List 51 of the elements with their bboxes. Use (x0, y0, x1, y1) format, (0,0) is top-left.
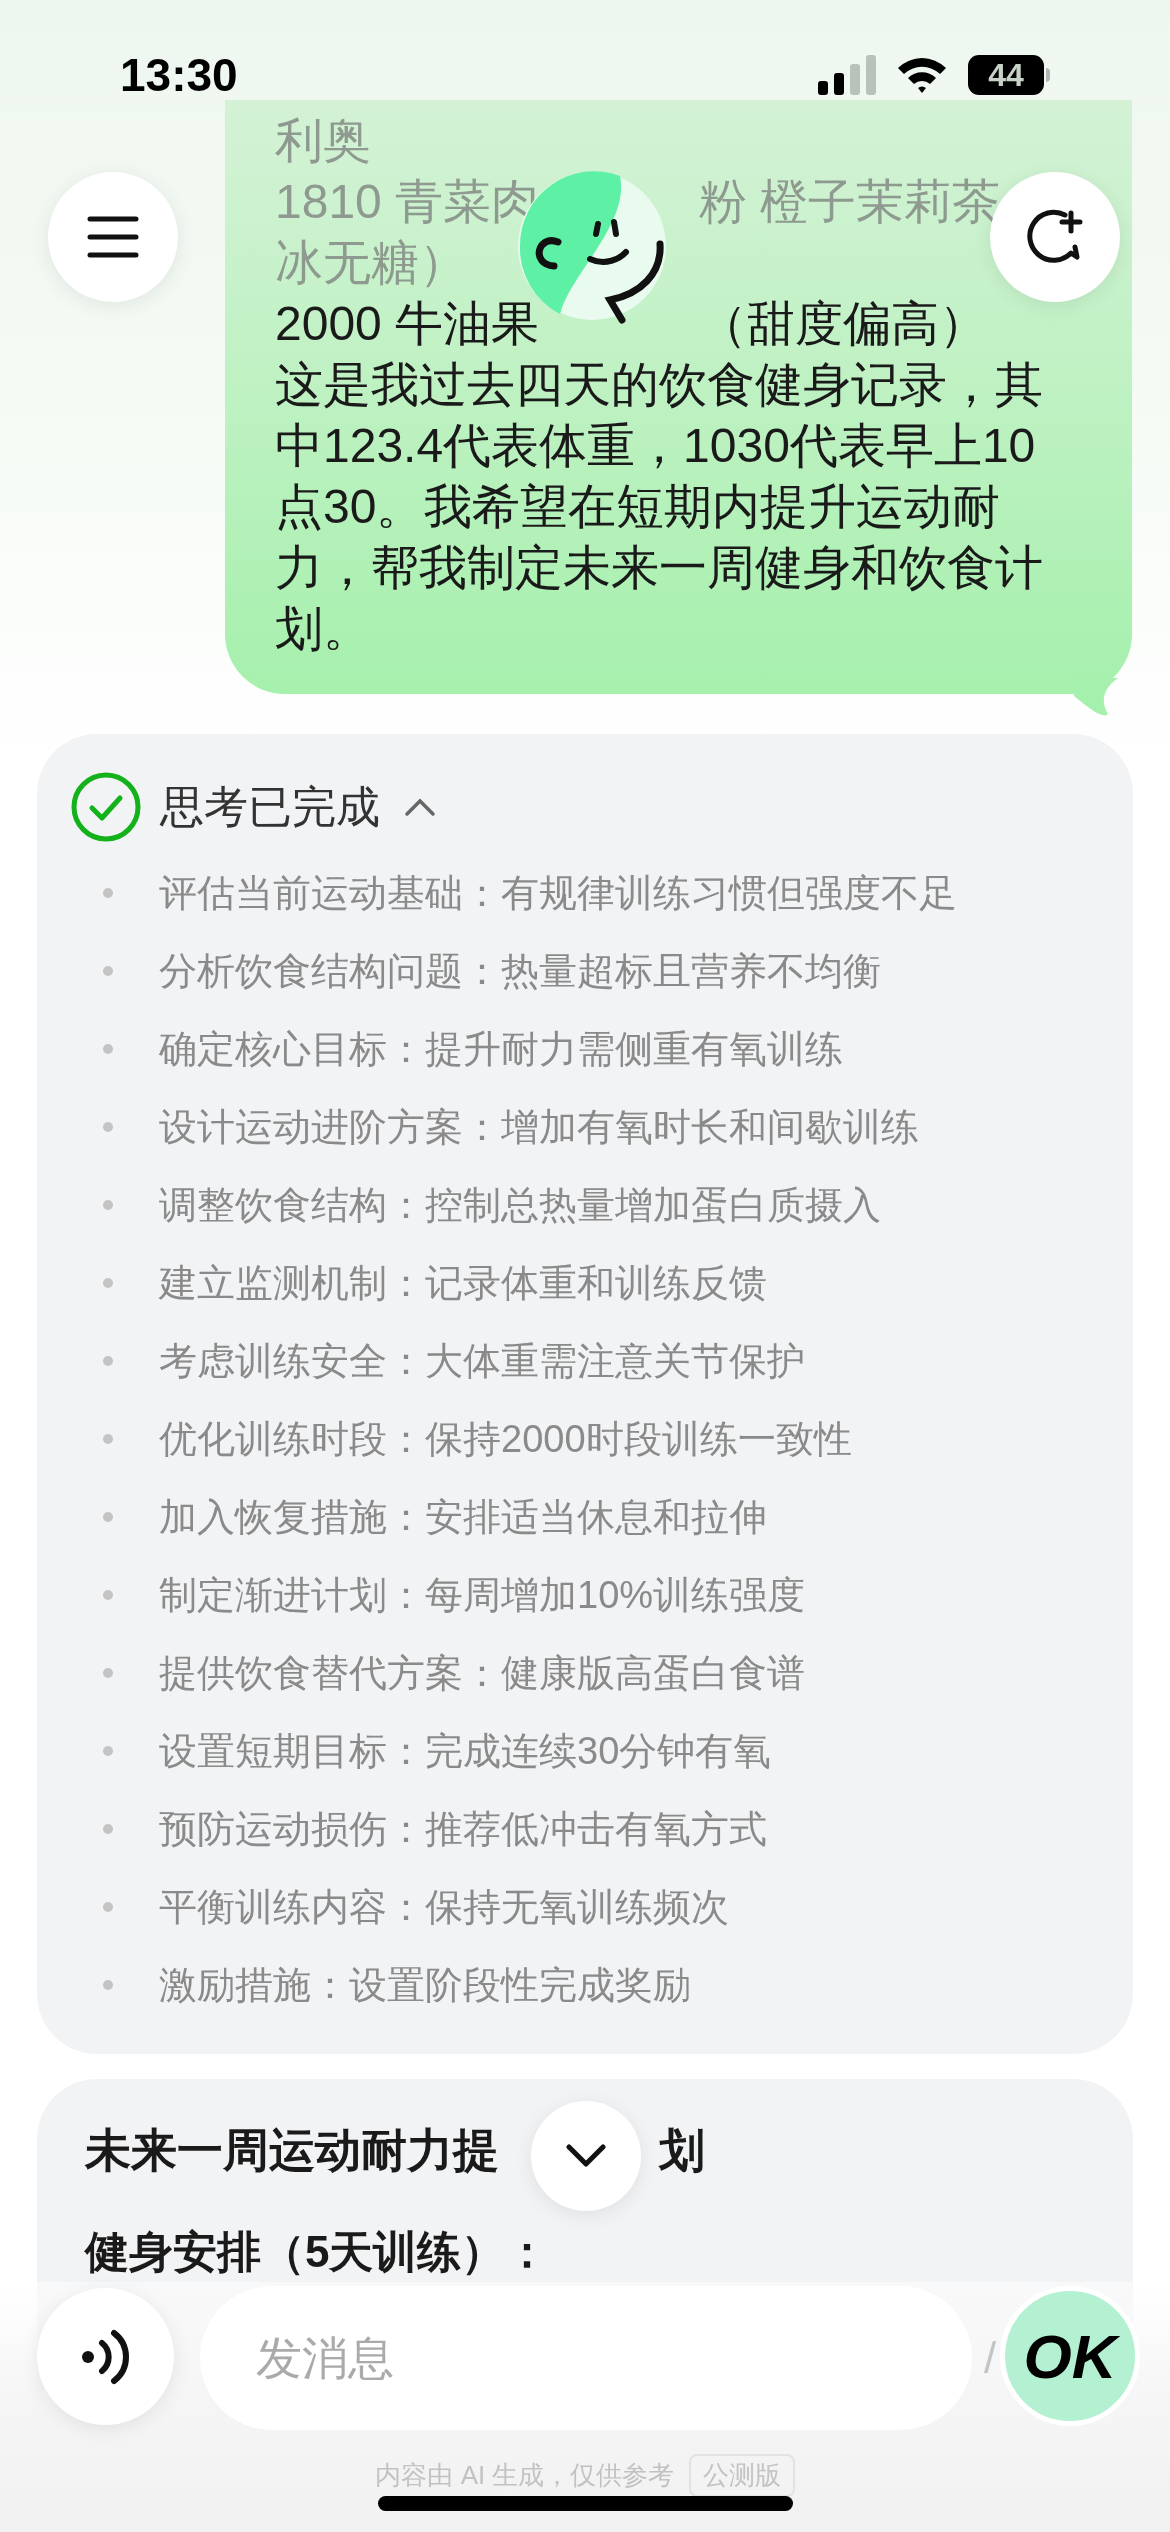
thinking-step: 加入恢复措施：安排适当休息和拉伸 (159, 1488, 767, 1546)
thinking-step: 分析饮食结构问题：热量超标且营养不均衡 (159, 942, 881, 1000)
caret-icon (404, 797, 436, 817)
menu-icon (87, 215, 139, 259)
message-text: 利奥 (275, 113, 371, 169)
message-text: 这是我过去四天的饮食健身记录，其中123.4代表体重，1030代表早上10点30。我希望在短期内提升运动耐力，帮我制定未来一周健身和饮食计划。 (275, 357, 1044, 657)
message-input[interactable]: 发消息 (200, 2286, 972, 2430)
section-heading: 健身安排（5天训练）： (85, 2226, 550, 2278)
bullet-icon (103, 1746, 113, 1756)
thinking-step: 制定渐进计划：每周增加10%训练强度 (159, 1566, 806, 1624)
thinking-step: 优化训练时段：保持2000时段训练一致性 (159, 1410, 852, 1468)
bullet-icon (103, 1668, 113, 1678)
thinking-step: 平衡训练内容：保持无氧训练频次 (159, 1878, 729, 1936)
bullet-icon (103, 1824, 113, 1834)
bullet-icon (103, 1590, 113, 1600)
bullet-icon (103, 1122, 113, 1132)
thinking-step: 确定核心目标：提升耐力需侧重有氧训练 (159, 1020, 843, 1078)
thinking-step: 建立监测机制：记录体重和训练反馈 (159, 1254, 767, 1312)
battery-indicator: 44 (968, 55, 1050, 95)
thinking-step: 提供饮食替代方案：健康版高蛋白食谱 (159, 1644, 805, 1702)
bullet-icon (103, 1980, 113, 1990)
check-circle-icon (70, 771, 142, 843)
message-text: 冰无糖） (275, 235, 467, 291)
thinking-step: 考虑训练安全：大体重需注意关节保护 (159, 1332, 805, 1390)
bullet-icon (103, 1200, 113, 1210)
message-text: （甜度偏高） (699, 296, 988, 352)
bullet-icon (103, 1434, 113, 1444)
bubble-tail-icon (1074, 678, 1118, 718)
bullet-icon (103, 888, 113, 898)
answer-title: 划 (659, 2122, 705, 2178)
message-text: 粉 橙子茉莉茶 (699, 174, 1001, 230)
chevron-down-icon (566, 2144, 606, 2168)
thinking-step: 评估当前运动基础：有规律训练习惯但强度不足 (159, 864, 957, 922)
answer-title: 未来一周运动耐力提 (85, 2122, 499, 2178)
answer-text: / (984, 2332, 997, 2384)
bullet-icon (103, 1278, 113, 1288)
status-time: 13:30 (120, 47, 238, 103)
signal-icon (818, 55, 876, 95)
bullet-icon (103, 1356, 113, 1366)
bullet-icon (103, 1902, 113, 1912)
message-text: 2000 牛油果 (275, 296, 540, 352)
thinking-toggle[interactable]: 思考已完成 (160, 774, 436, 840)
bullet-icon (103, 1044, 113, 1054)
thinking-step: 激励措施：设置阶段性完成奖励 (159, 1956, 691, 2014)
thinking-step: 预防运动损伤：推荐低冲击有氧方式 (159, 1800, 767, 1858)
wifi-icon (896, 55, 948, 95)
thinking-step: 设置短期目标：完成连续30分钟有氧 (159, 1722, 772, 1780)
bullet-icon (103, 1512, 113, 1522)
thinking-step: 设计运动进阶方案：增加有氧时长和间歇训练 (159, 1098, 919, 1156)
bullet-icon (103, 966, 113, 976)
thinking-step: 调整饮食结构：控制总热量增加蛋白质摄入 (159, 1176, 881, 1234)
